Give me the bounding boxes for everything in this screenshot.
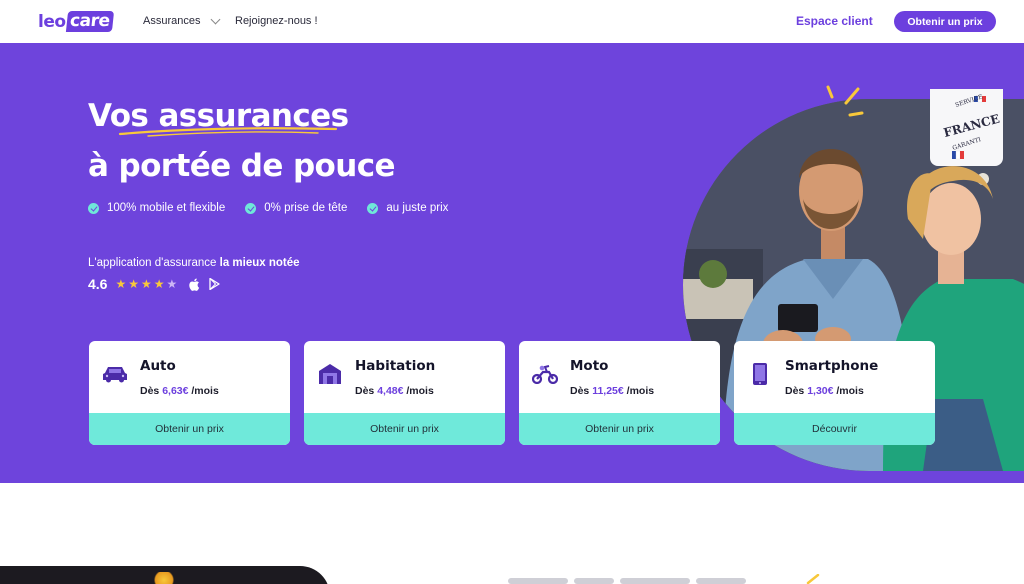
- rating-value: 4.6: [88, 276, 108, 292]
- service-france-garanti-badge: SERVICE FRANCE GARANTI: [930, 89, 1003, 166]
- feature-label: 100% mobile et flexible: [107, 202, 226, 214]
- sparkle-decoration: [826, 85, 864, 117]
- app-tagline: L'application d'assurance la mieux notée: [88, 257, 300, 269]
- title-underline-decoration: [118, 127, 338, 137]
- card-title: Auto: [140, 358, 176, 374]
- card-cta-button[interactable]: Obtenir un prix: [89, 413, 290, 445]
- feature-item: 100% mobile et flexible: [88, 202, 225, 214]
- card-title: Moto: [570, 358, 609, 374]
- text-fragment: [508, 578, 568, 584]
- price-suffix: /mois: [623, 385, 655, 397]
- card-title: Habitation: [355, 358, 436, 374]
- price-value: 6,63€: [162, 385, 189, 397]
- next-section-heading-peek: [508, 578, 768, 584]
- feature-item: 0% prise de tête: [245, 202, 347, 214]
- nav-rejoignez[interactable]: Rejoignez-nous !: [235, 15, 318, 27]
- hero-section: Vos assurances à portée de pouce 100% mo…: [0, 43, 1024, 483]
- logo-leo: leo: [38, 11, 66, 32]
- star-icon: ★: [153, 277, 165, 291]
- chevron-down-icon: [211, 14, 221, 24]
- nav-assurances-label: Assurances: [143, 15, 201, 27]
- text-fragment: [620, 578, 690, 584]
- feature-label: 0% prise de tête: [264, 202, 348, 214]
- check-icon: [245, 202, 257, 214]
- obtenir-prix-button[interactable]: Obtenir un prix: [894, 11, 996, 32]
- tagline-prefix: L'application d'assurance: [88, 257, 220, 269]
- apple-store-icon[interactable]: [187, 277, 201, 291]
- price-suffix: /mois: [833, 385, 864, 397]
- price-suffix: /mois: [188, 385, 219, 397]
- card-cta-button[interactable]: Découvrir: [734, 413, 935, 445]
- product-card-smartphone[interactable]: Smartphone Dès 1,30€ /mois Découvrir: [734, 341, 935, 445]
- nav-assurances[interactable]: Assurances: [143, 14, 221, 27]
- card-price: Dès 1,30€ /mois: [785, 385, 864, 397]
- card-price: Dès 11,25€ /mois: [570, 385, 654, 397]
- scooter-icon: [532, 363, 558, 385]
- product-card-habitation[interactable]: Habitation Dès 4,48€ /mois Obtenir un pr…: [304, 341, 505, 445]
- star-icon: ★: [115, 277, 127, 291]
- price-prefix: Dès: [570, 385, 593, 397]
- france-badge-icon: SERVICE FRANCE GARANTI: [942, 93, 1000, 159]
- price-value: 11,25€: [592, 385, 624, 397]
- app-rating: 4.6 ★ ★ ★ ★ ★: [88, 276, 227, 292]
- tagline-bold: la mieux notée: [219, 257, 300, 269]
- price-prefix: Dès: [785, 385, 808, 397]
- sparkle-decoration: [806, 574, 820, 584]
- card-cta-button[interactable]: Obtenir un prix: [519, 413, 720, 445]
- card-cta-button[interactable]: Obtenir un prix: [304, 413, 505, 445]
- logo-care: care: [65, 11, 115, 32]
- price-prefix: Dès: [355, 385, 378, 397]
- logo[interactable]: leo care: [38, 11, 115, 32]
- badge-arc-top: SERVICE: [954, 93, 983, 108]
- star-icon: ★: [128, 277, 139, 291]
- price-prefix: Dès: [140, 385, 163, 397]
- badge-arc-bottom: GARANTI: [951, 135, 982, 151]
- feature-label: au juste prix: [386, 202, 449, 214]
- price-value: 1,30€: [807, 385, 834, 397]
- feature-item: au juste prix: [367, 202, 448, 214]
- smartphone-icon: [747, 363, 773, 385]
- top-nav: leo care Assurances Rejoignez-nous ! Esp…: [0, 0, 1024, 43]
- hero-title: Vos assurances à portée de pouce: [88, 91, 396, 191]
- text-fragment: [696, 578, 746, 584]
- nav-rejoignez-label: Rejoignez-nous !: [235, 15, 318, 27]
- card-title: Smartphone: [785, 358, 879, 374]
- rating-stars: ★ ★ ★ ★ ★: [115, 278, 177, 290]
- feature-list: 100% mobile et flexible 0% prise de tête…: [88, 202, 468, 214]
- car-icon: [102, 363, 128, 385]
- text-fragment: [574, 578, 614, 584]
- price-suffix: /mois: [403, 385, 434, 397]
- hero-title-line2: à portée de pouce: [88, 148, 396, 184]
- badge-france: FRANCE: [942, 111, 1000, 139]
- google-play-icon[interactable]: [207, 277, 221, 291]
- card-price: Dès 6,63€ /mois: [140, 385, 219, 397]
- star-partial-icon: ★: [166, 277, 178, 291]
- card-price: Dès 4,48€ /mois: [355, 385, 434, 397]
- check-icon: [367, 202, 379, 214]
- check-icon: [88, 202, 99, 214]
- price-value: 4,48€: [377, 385, 404, 397]
- star-icon: ★: [141, 277, 152, 291]
- next-section-glow-decoration: [152, 572, 176, 584]
- espace-client-link[interactable]: Espace client: [796, 14, 873, 28]
- house-icon: [317, 363, 343, 385]
- product-card-auto[interactable]: Auto Dès 6,63€ /mois Obtenir un prix: [89, 341, 290, 445]
- product-card-moto[interactable]: Moto Dès 11,25€ /mois Obtenir un prix: [519, 341, 720, 445]
